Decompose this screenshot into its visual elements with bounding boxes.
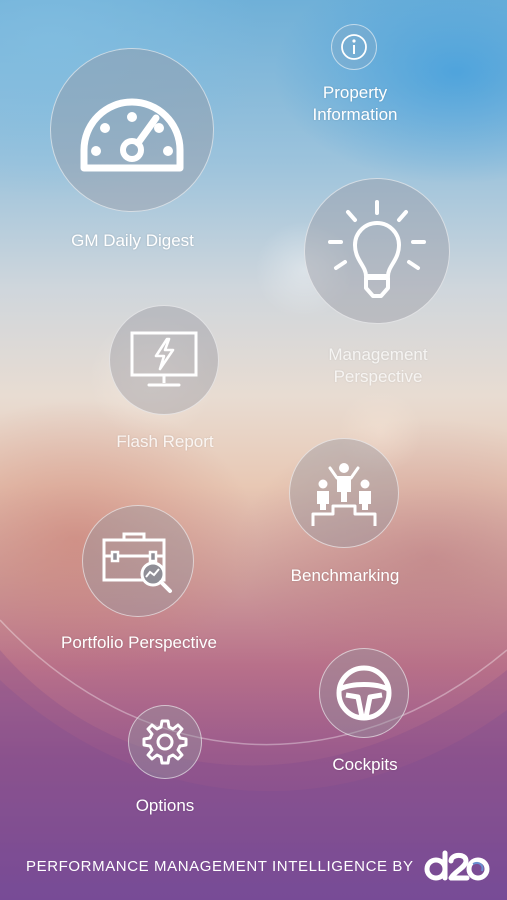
options-label[interactable]: Options: [110, 796, 220, 816]
benchmarking-label[interactable]: Benchmarking: [275, 566, 415, 586]
benchmarking-button[interactable]: [289, 438, 399, 548]
flash-report-button[interactable]: [109, 305, 219, 415]
management-perspective-tile[interactable]: Management Perspective: [300, 178, 456, 390]
property-information-label-line1: Property: [322, 83, 388, 102]
briefcase-search-icon: [102, 532, 172, 593]
gm-daily-digest-tile[interactable]: GM Daily Digest: [50, 48, 215, 258]
cockpits-tile[interactable]: Cockpits: [305, 648, 425, 780]
portfolio-perspective-button[interactable]: [82, 505, 194, 617]
steering-wheel-icon: [336, 665, 392, 721]
property-information-tile[interactable]: Property Information: [290, 22, 420, 130]
cockpits-button[interactable]: [319, 648, 409, 738]
benchmarking-tile[interactable]: Benchmarking: [275, 438, 415, 590]
podium-people-icon: [311, 463, 377, 526]
property-information-label[interactable]: Property Information: [290, 82, 420, 126]
options-button[interactable]: [128, 705, 202, 779]
monitor-lightning-icon: [130, 331, 198, 387]
options-tile[interactable]: Options: [110, 705, 220, 820]
speedometer-icon: [80, 98, 184, 172]
footer: PERFORMANCE MANAGEMENT INTELLIGENCE BY: [0, 845, 507, 885]
property-information-button[interactable]: [331, 24, 377, 70]
info-icon: [341, 34, 367, 60]
gm-daily-digest-label[interactable]: GM Daily Digest: [50, 231, 215, 251]
d2o-logo-icon: [424, 850, 490, 881]
gear-icon: [142, 719, 188, 765]
flash-report-tile[interactable]: Flash Report: [100, 305, 230, 455]
portfolio-perspective-label[interactable]: Portfolio Perspective: [44, 633, 234, 653]
portfolio-perspective-tile[interactable]: Portfolio Perspective: [44, 505, 234, 657]
management-perspective-label-line1: Management: [328, 345, 428, 364]
management-perspective-label[interactable]: Management Perspective: [300, 344, 456, 388]
management-perspective-label-line2: Perspective: [333, 367, 423, 386]
gm-daily-digest-button[interactable]: [50, 48, 214, 212]
property-information-label-line2: Information: [312, 105, 398, 124]
cockpits-label[interactable]: Cockpits: [305, 755, 425, 775]
flash-report-label[interactable]: Flash Report: [100, 432, 230, 452]
management-perspective-button[interactable]: [304, 178, 450, 324]
footer-tagline: PERFORMANCE MANAGEMENT INTELLIGENCE BY: [26, 858, 414, 875]
lightbulb-icon: [328, 200, 426, 298]
